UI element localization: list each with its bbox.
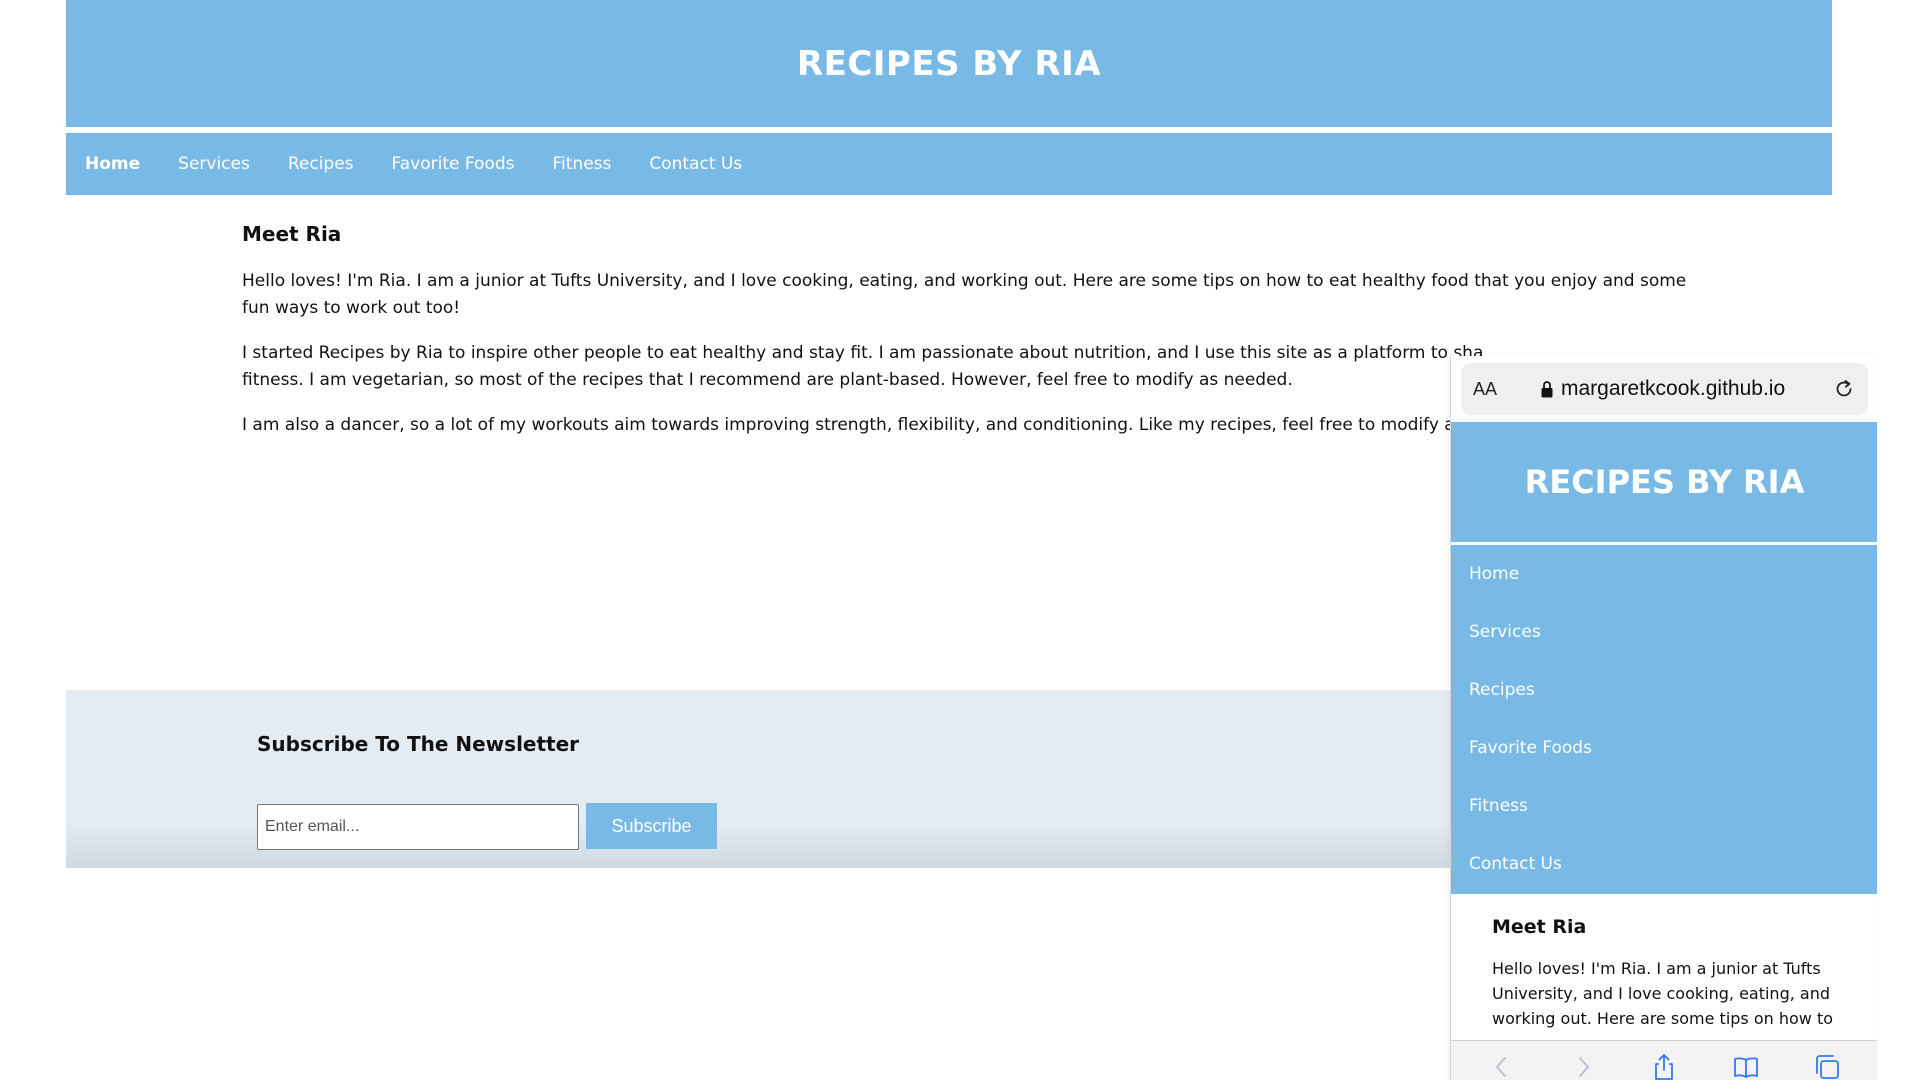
mobile-site-title: RECIPES BY RIA xyxy=(1524,463,1805,501)
mobile-intro-paragraph: Hello loves! I'm Ria. I am a junior at T… xyxy=(1492,959,1834,1028)
mobile-nav-fitness[interactable]: Fitness xyxy=(1451,791,1877,849)
bookmarks-icon[interactable] xyxy=(1731,1052,1761,1080)
nav-home[interactable]: Home xyxy=(85,154,140,174)
mobile-nav-contact-us[interactable]: Contact Us xyxy=(1451,849,1877,907)
mobile-nav-services[interactable]: Services xyxy=(1451,617,1877,675)
mobile-site-header: RECIPES BY RIA xyxy=(1451,422,1877,545)
about-paragraph-line-2: fitness. I am vegetarian, so most of the… xyxy=(242,370,1293,390)
nav-fitness[interactable]: Fitness xyxy=(553,154,612,174)
subscribe-button[interactable]: Subscribe xyxy=(586,803,717,849)
intro-paragraph: Hello loves! I'm Ria. I am a junior at T… xyxy=(242,271,1687,318)
safari-toolbar xyxy=(1451,1040,1877,1080)
about-paragraph-line-1: I started Recipes by Ria to inspire othe… xyxy=(242,343,1484,363)
url-text: margaretkcook.github.io xyxy=(1561,377,1786,400)
address-bar[interactable]: AA margaretkcook.github.io xyxy=(1461,363,1868,415)
newsletter-heading: Subscribe To The Newsletter xyxy=(257,732,580,756)
nav-favorite-foods[interactable]: Favorite Foods xyxy=(392,154,515,174)
main-nav: Home Services Recipes Favorite Foods Fit… xyxy=(66,133,1832,195)
text-size-button[interactable]: AA xyxy=(1473,379,1497,400)
site-header: RECIPES BY RIA xyxy=(66,0,1832,130)
tabs-icon[interactable] xyxy=(1812,1052,1842,1080)
site-title: RECIPES BY RIA xyxy=(796,43,1102,84)
mobile-content: Meet Ria Hello loves! I'm Ria. I am a ju… xyxy=(1492,916,1852,1031)
email-input[interactable] xyxy=(257,804,579,850)
nav-contact-us[interactable]: Contact Us xyxy=(649,154,742,174)
share-icon[interactable] xyxy=(1649,1052,1679,1080)
back-icon[interactable] xyxy=(1487,1052,1517,1080)
mobile-nav-home[interactable]: Home xyxy=(1451,559,1877,617)
reload-icon[interactable] xyxy=(1832,377,1856,401)
mobile-safari-view: AA margaretkcook.github.io RECIPES BY RI… xyxy=(1450,356,1877,1080)
forward-icon[interactable] xyxy=(1568,1052,1598,1080)
nav-recipes[interactable]: Recipes xyxy=(288,154,354,174)
page-heading: Meet Ria xyxy=(242,222,342,246)
mobile-nav-recipes[interactable]: Recipes xyxy=(1451,675,1877,733)
mobile-page-heading: Meet Ria xyxy=(1492,916,1587,938)
nav-services[interactable]: Services xyxy=(178,154,250,174)
mobile-nav-favorite-foods[interactable]: Favorite Foods xyxy=(1451,733,1877,791)
lock-icon xyxy=(1541,381,1553,398)
mobile-nav: Home Services Recipes Favorite Foods Fit… xyxy=(1451,545,1877,894)
